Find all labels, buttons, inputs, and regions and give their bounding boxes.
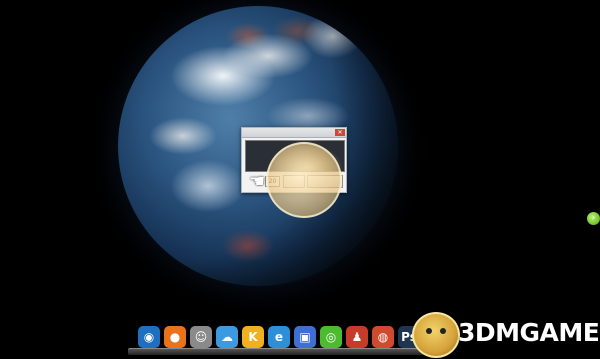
settings-app-icon[interactable]: ◉ <box>138 326 160 348</box>
window-app-icon[interactable]: ▣ <box>294 326 316 348</box>
chrome-icon[interactable]: ◍ <box>372 326 394 348</box>
mascot-eye-left <box>426 328 432 334</box>
app-store-icon[interactable]: K <box>242 326 264 348</box>
magnifier-lens[interactable] <box>266 142 342 218</box>
internet-explorer-icon[interactable]: e <box>268 326 290 348</box>
robot-app-icon[interactable]: ☺ <box>190 326 212 348</box>
mascot-eye-right <box>440 328 446 334</box>
site-watermark: 3DMGAME <box>412 310 600 358</box>
firefox-icon[interactable]: ● <box>164 326 186 348</box>
wechat-icon[interactable]: ◎ <box>320 326 342 348</box>
hand-cursor-icon: ☚ <box>249 171 266 192</box>
mascot-logo-icon <box>412 312 460 358</box>
taskbar-dock: ◉ ● ☺ ☁ Ke ▣ ◎ ♟ ◍ Ps <box>128 322 428 355</box>
dock-shelf <box>128 348 428 355</box>
dialog-titlebar[interactable]: ✕ <box>242 128 346 138</box>
qq-icon[interactable]: ♟ <box>346 326 368 348</box>
close-button[interactable]: ✕ <box>335 129 345 136</box>
cloud-app-icon[interactable]: ☁ <box>216 326 238 348</box>
edge-expand-icon[interactable]: › <box>587 212 600 225</box>
watermark-text: 3DMGAME <box>458 318 600 347</box>
